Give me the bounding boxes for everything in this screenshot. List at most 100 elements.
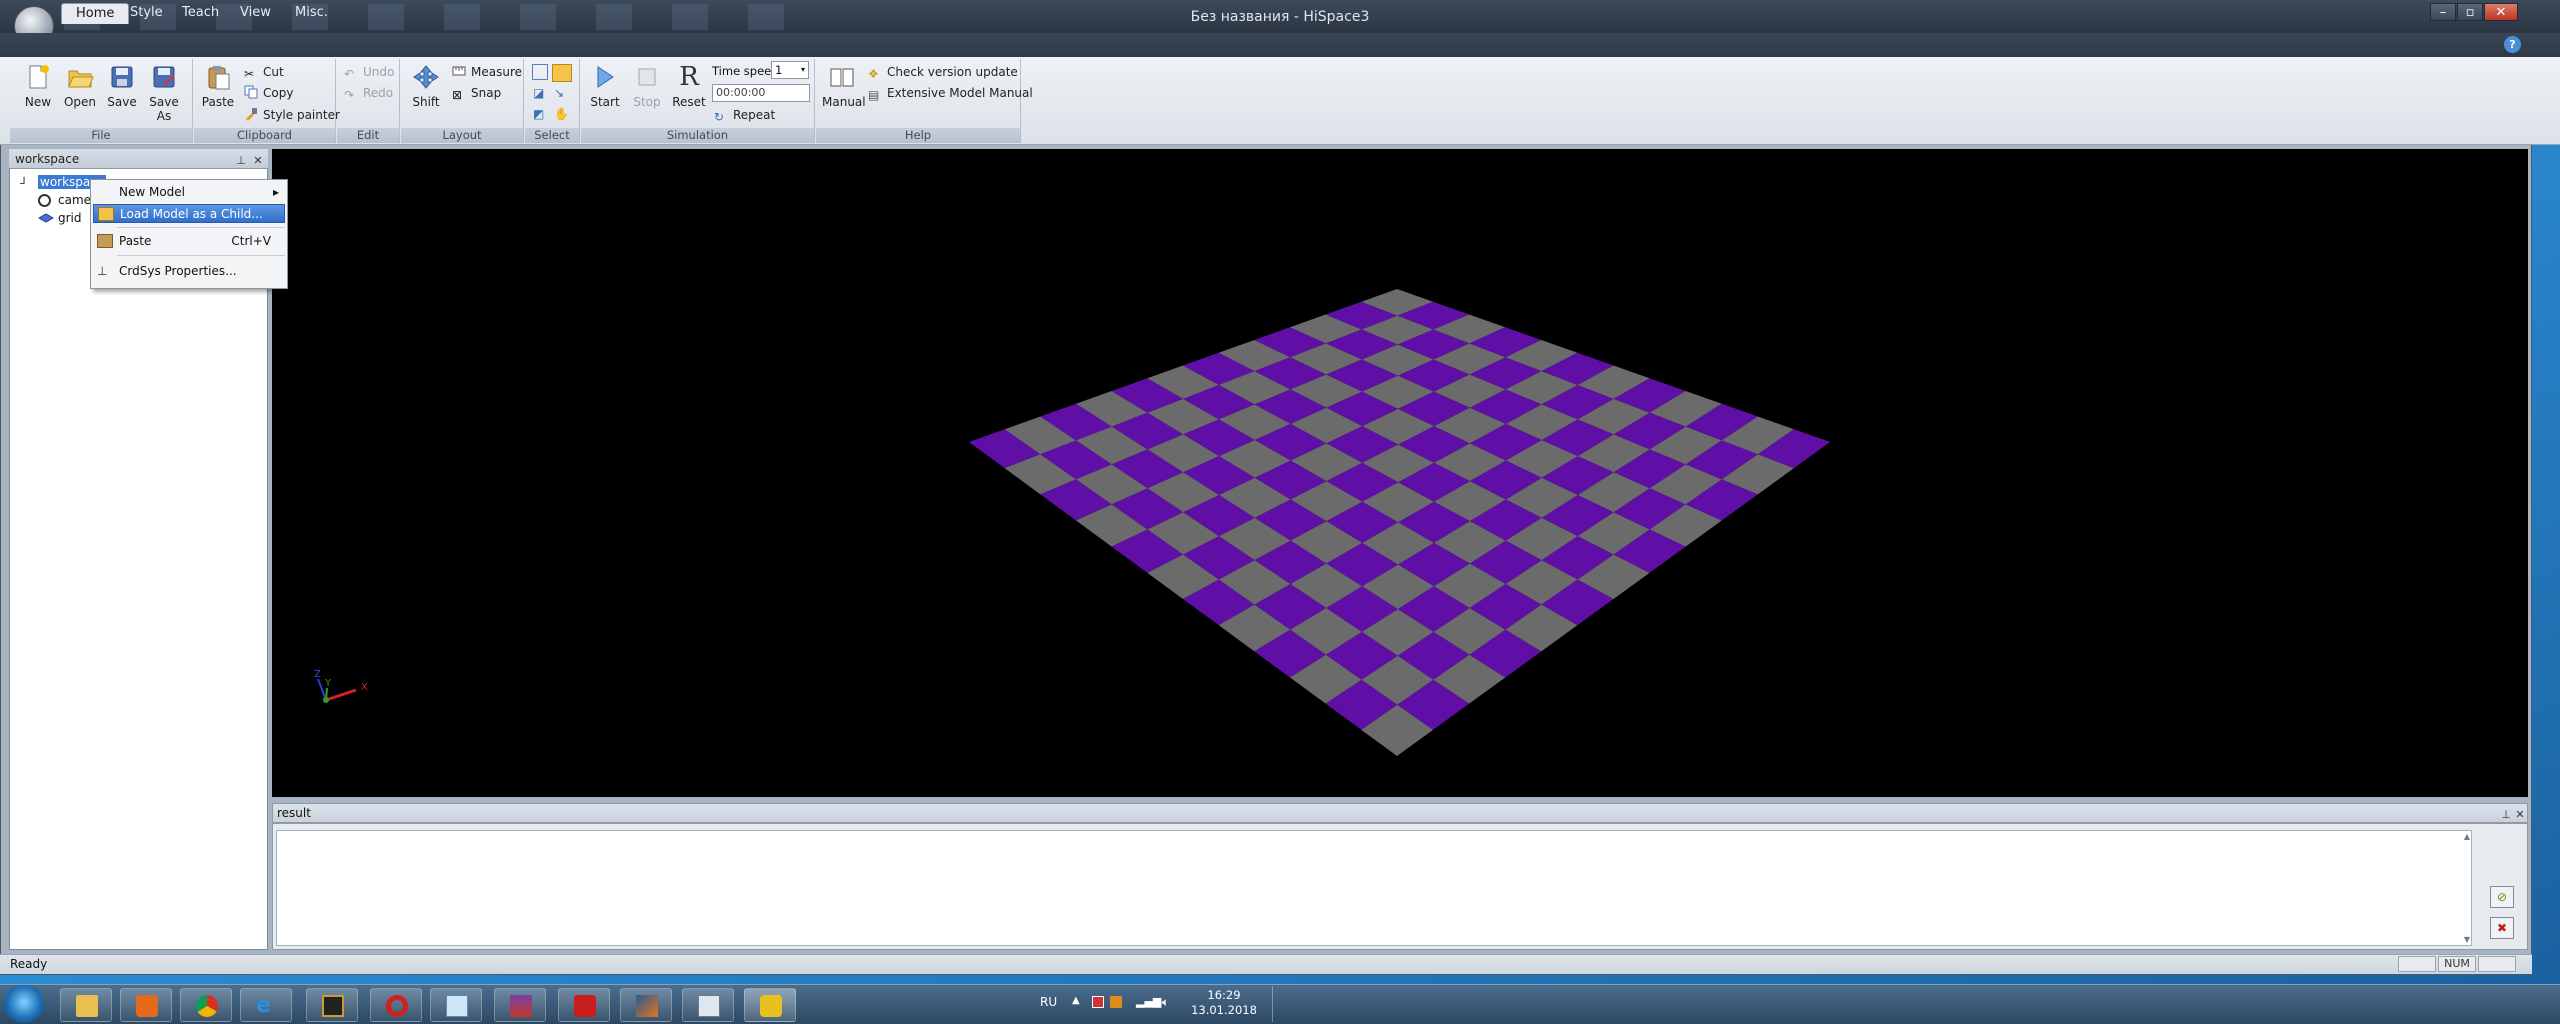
- menu-item-load-model-child[interactable]: Load Model as a Child...: [93, 204, 285, 223]
- open-button[interactable]: Open: [60, 63, 100, 129]
- opera-icon: [386, 995, 408, 1017]
- taskbar-chrome[interactable]: [180, 988, 232, 1022]
- tab-teach[interactable]: Teach: [168, 3, 233, 24]
- taskbar-calculator[interactable]: [682, 988, 734, 1022]
- volume-icon[interactable]: 🔈︎: [1162, 995, 1169, 1010]
- scissors-icon: ✂: [244, 67, 255, 81]
- submenu-arrow-icon: ▸: [272, 185, 279, 199]
- z-axis-label: Z: [314, 669, 321, 680]
- taskbar-acrobat[interactable]: [558, 988, 610, 1022]
- manual-button[interactable]: Manual: [822, 63, 866, 129]
- select-vertex-icon[interactable]: ◪: [533, 86, 547, 100]
- style-painter-label: Style painter: [263, 108, 340, 122]
- save-as-button[interactable]: Save As: [144, 63, 184, 133]
- select-edge-icon[interactable]: ↘: [554, 86, 568, 100]
- close-panel-icon[interactable]: ✕: [251, 151, 265, 167]
- taskbar-clock[interactable]: 16:29 13.01.2018: [1184, 988, 1264, 1018]
- taskbar-internet-explorer[interactable]: e: [240, 988, 292, 1022]
- workspace-panel-title: workspace: [15, 152, 80, 166]
- new-button[interactable]: New: [18, 63, 58, 129]
- taskbar-notepad[interactable]: [430, 988, 482, 1022]
- language-indicator[interactable]: RU: [1040, 995, 1057, 1009]
- media-player-icon: [136, 995, 158, 1017]
- taskbar-winrar[interactable]: [494, 988, 546, 1022]
- save-as-label-2: As: [156, 109, 172, 123]
- repeat-button[interactable]: ↻ Repeat: [714, 106, 775, 125]
- pdf-icon: [574, 995, 596, 1017]
- internet-explorer-icon: e: [256, 993, 271, 1018]
- undo-button[interactable]: ↶ Undo: [344, 63, 394, 82]
- menu-label-crdsys-properties: CrdSys Properties...: [119, 264, 237, 278]
- check-update-button[interactable]: ❖ Check version update: [868, 63, 1018, 82]
- notepad-icon: [446, 995, 468, 1017]
- status-cell-caps: [2398, 956, 2436, 972]
- move-arrows-icon: [413, 65, 439, 89]
- menu-item-paste[interactable]: Paste Ctrl+V: [93, 232, 285, 251]
- cut-label: Cut: [263, 65, 284, 79]
- show-desktop-button[interactable]: [1272, 986, 1280, 1022]
- minimize-button[interactable]: –: [2430, 3, 2456, 21]
- shift-button[interactable]: Shift: [406, 63, 446, 129]
- taskbar-matlab[interactable]: [620, 988, 672, 1022]
- repeat-label: Repeat: [733, 108, 776, 122]
- reset-button[interactable]: R Reset: [669, 63, 709, 129]
- tray-expand-icon[interactable]: ▲: [1072, 995, 1080, 1006]
- close-panel-icon[interactable]: ✕: [2513, 806, 2527, 821]
- ruler-icon: [452, 66, 466, 76]
- 3d-viewport[interactable]: Z Y X: [272, 149, 2528, 797]
- paste-button[interactable]: Paste: [198, 63, 238, 129]
- close-button[interactable]: ✕: [2484, 3, 2518, 21]
- stop-execution-button[interactable]: ⊘: [2490, 886, 2514, 908]
- select-box-icon[interactable]: [532, 64, 548, 80]
- matlab-icon: [636, 995, 658, 1017]
- help-icon[interactable]: ?: [2504, 36, 2521, 53]
- redo-button[interactable]: ↷ Redo: [344, 84, 393, 103]
- menu-label-load-model-child: Load Model as a Child...: [120, 207, 263, 221]
- status-cell-scroll: [2478, 956, 2516, 972]
- clear-output-button[interactable]: ✖: [2490, 917, 2514, 939]
- select-face-icon[interactable]: ◩: [533, 107, 547, 121]
- tray-app-icon[interactable]: [1110, 996, 1122, 1008]
- measure-button[interactable]: Measure: [452, 63, 522, 82]
- save-button[interactable]: Save: [102, 63, 142, 129]
- time-speed-select[interactable]: 1 ▾: [771, 61, 809, 79]
- tab-view[interactable]: View: [226, 3, 285, 24]
- snap-button[interactable]: ⊠ Snap: [452, 84, 501, 103]
- pin-icon[interactable]: ⊥: [2499, 806, 2513, 821]
- taskbar-app-film[interactable]: [306, 988, 358, 1022]
- network-icon[interactable]: ▂▄▆: [1136, 995, 1161, 1008]
- pan-hand-icon[interactable]: ✋: [554, 107, 569, 121]
- group-label-edit: Edit: [337, 128, 399, 143]
- open-label: Open: [63, 95, 97, 109]
- taskbar-media-player[interactable]: [120, 988, 172, 1022]
- play-icon: [597, 66, 614, 88]
- tray-flag-icon[interactable]: [1092, 996, 1104, 1008]
- robot-arm-icon: [760, 995, 782, 1017]
- new-file-icon: [29, 65, 49, 89]
- select-pointer-icon[interactable]: [552, 64, 572, 82]
- menu-item-crdsys-properties[interactable]: ⊥ CrdSys Properties...: [93, 262, 285, 281]
- maximize-button[interactable]: ▫: [2457, 3, 2483, 21]
- copy-button[interactable]: Copy: [244, 84, 293, 103]
- tree-node-grid[interactable]: grid: [38, 209, 82, 227]
- reset-label: Reset: [672, 95, 706, 109]
- coordinate-system-icon: ⊥: [97, 264, 108, 278]
- taskbar-hispace[interactable]: [744, 988, 796, 1022]
- result-scrollbar[interactable]: ▲ ▼: [2462, 832, 2472, 944]
- menu-item-new-model[interactable]: New Model ▸: [93, 183, 285, 202]
- pin-icon[interactable]: ⊥: [234, 151, 248, 167]
- film-icon: [322, 995, 344, 1017]
- stop-button[interactable]: Stop: [627, 63, 667, 129]
- taskbar-explorer[interactable]: [60, 988, 112, 1022]
- result-output-area[interactable]: [276, 830, 2472, 946]
- manual-label: Manual: [822, 95, 866, 109]
- time-display-field[interactable]: 00:00:00: [712, 84, 810, 102]
- tab-misc[interactable]: Misc.: [281, 3, 342, 24]
- tree-node-camera[interactable]: camer: [38, 191, 96, 209]
- start-button-orb[interactable]: [4, 985, 44, 1023]
- cut-button[interactable]: ✂ Cut: [244, 63, 284, 82]
- style-painter-button[interactable]: Style painter: [244, 106, 340, 125]
- taskbar-opera[interactable]: [370, 988, 422, 1022]
- model-manual-button[interactable]: ▤ Extensive Model Manual: [868, 84, 1033, 103]
- start-button[interactable]: Start: [585, 63, 625, 129]
